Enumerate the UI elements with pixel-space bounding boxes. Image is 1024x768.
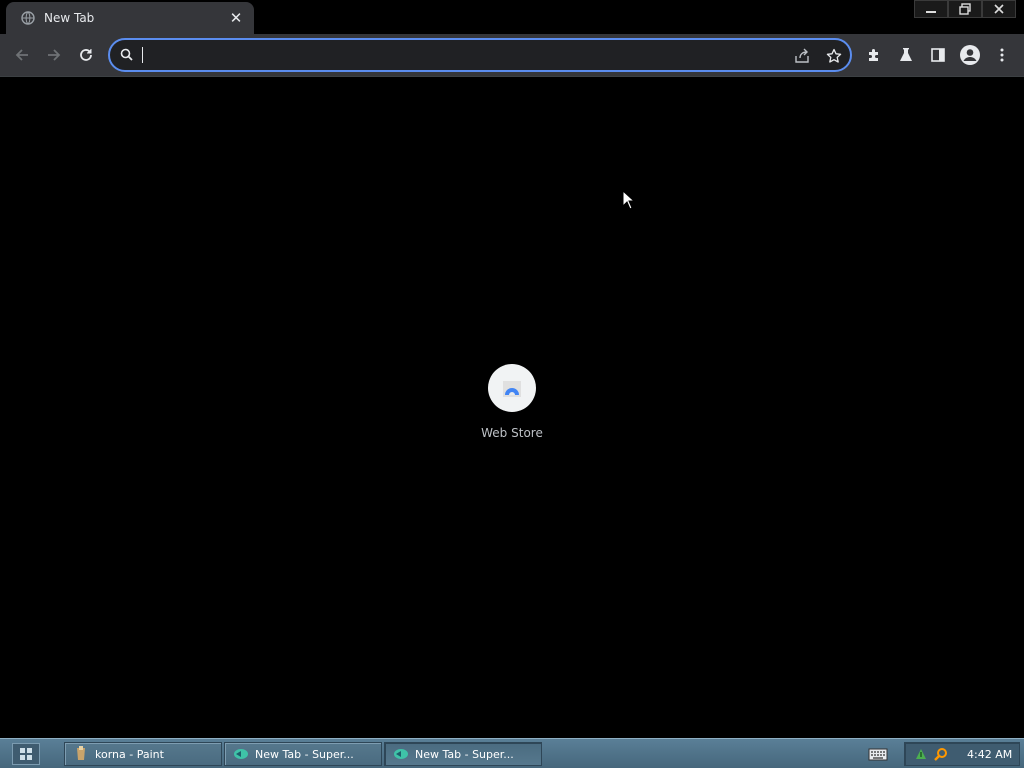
browser-icon [393, 746, 409, 762]
labs-button[interactable] [892, 41, 920, 69]
share-icon[interactable] [792, 46, 812, 66]
restore-icon [959, 3, 971, 15]
menu-icon [1000, 48, 1004, 62]
minimize-icon [926, 11, 936, 13]
profile-button[interactable] [956, 41, 984, 69]
start-button[interactable] [12, 743, 40, 765]
taskbar: korna - Paint New Tab - Super... New Tab… [0, 738, 1024, 768]
star-icon[interactable] [824, 46, 844, 66]
extensions-button[interactable] [860, 41, 888, 69]
mouse-pointer-icon [622, 190, 634, 210]
close-window-button[interactable] [982, 0, 1016, 18]
back-button[interactable] [8, 41, 36, 69]
network-icon[interactable] [913, 746, 929, 762]
shortcut-label: Web Store [481, 426, 543, 440]
profile-icon [960, 45, 980, 65]
labs-icon [900, 48, 912, 61]
window-controls [914, 0, 1016, 18]
tab-strip: New Tab ✕ [0, 0, 1024, 34]
web-store-icon [488, 364, 536, 412]
back-arrow-icon [15, 49, 28, 61]
start-menu-icon [20, 748, 32, 760]
taskbar-item-paint[interactable]: korna - Paint [64, 742, 222, 766]
forward-arrow-icon [48, 49, 61, 61]
tab-new-tab[interactable]: New Tab ✕ [6, 2, 254, 34]
close-icon [994, 4, 1004, 14]
taskbar-item-browser-1[interactable]: New Tab - Super... [224, 742, 382, 766]
browser-toolbar [0, 34, 1024, 77]
address-input[interactable] [140, 44, 780, 66]
search-icon[interactable] [933, 746, 949, 762]
search-icon [119, 47, 135, 63]
browser-icon [233, 746, 249, 762]
side-panel-button[interactable] [924, 41, 952, 69]
menu-button[interactable] [988, 41, 1016, 69]
extensions-icon [869, 49, 878, 61]
globe-icon [20, 10, 36, 26]
taskbar-item-browser-2[interactable]: New Tab - Super... [384, 742, 542, 766]
forward-button[interactable] [40, 41, 68, 69]
reload-icon [80, 49, 92, 61]
taskbar-item-label: New Tab - Super... [255, 747, 354, 761]
reload-button[interactable] [72, 41, 100, 69]
clock: 4:42 AM [967, 747, 1013, 761]
minimize-button[interactable] [914, 0, 948, 18]
restore-button[interactable] [948, 0, 982, 18]
side-panel-icon [931, 48, 945, 62]
address-bar[interactable] [108, 38, 852, 72]
taskbar-item-label: korna - Paint [95, 747, 164, 761]
tab-title: New Tab [44, 11, 95, 25]
shortcut-web-store[interactable]: Web Store [462, 362, 562, 452]
text-caret [142, 47, 143, 63]
taskbar-item-label: New Tab - Super... [415, 747, 514, 761]
system-tray: 4:42 AM [904, 742, 1020, 766]
keyboard-icon[interactable] [868, 746, 888, 762]
tab-close-icon[interactable]: ✕ [228, 10, 244, 26]
new-tab-page: Web Store [0, 78, 1024, 738]
paint-icon [73, 746, 89, 762]
